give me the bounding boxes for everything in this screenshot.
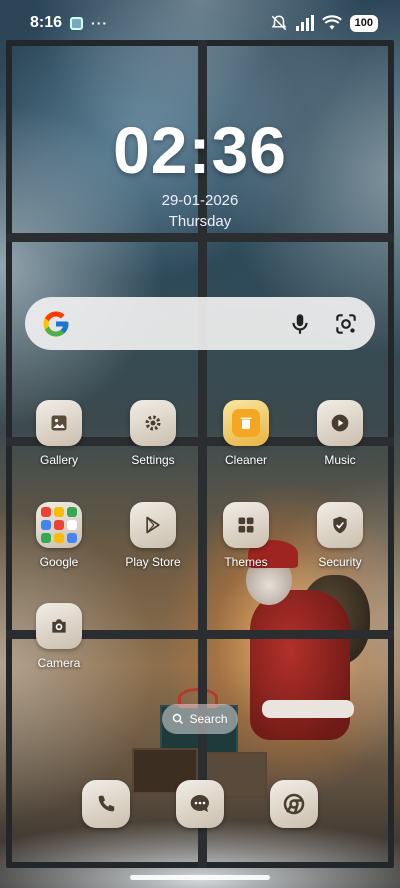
app-label: Security bbox=[318, 555, 362, 569]
home-indicator[interactable] bbox=[130, 875, 270, 880]
dock-phone[interactable] bbox=[82, 780, 130, 828]
google-search-widget[interactable] bbox=[25, 297, 375, 350]
app-music[interactable]: Music bbox=[300, 400, 380, 467]
clock-date: 29-01-2026 bbox=[161, 192, 239, 209]
app-label: Google bbox=[39, 555, 79, 569]
app-gallery[interactable]: Gallery bbox=[19, 400, 99, 467]
google-lens-icon[interactable] bbox=[333, 311, 359, 337]
wifi-icon bbox=[321, 15, 342, 30]
gallery-icon[interactable] bbox=[36, 400, 82, 446]
phone-icon bbox=[98, 795, 115, 812]
window-mullion-horizontal bbox=[6, 233, 394, 242]
status-bar: 8:16 ··· 100 bbox=[0, 0, 400, 46]
signal-icon bbox=[295, 15, 314, 31]
play-icon[interactable] bbox=[317, 400, 363, 446]
app-settings[interactable]: Settings bbox=[113, 400, 193, 467]
google-logo-icon bbox=[43, 311, 69, 336]
messages-icon bbox=[190, 794, 209, 812]
shield-icon[interactable] bbox=[317, 502, 363, 548]
play-store-icon[interactable] bbox=[130, 502, 176, 548]
app-cleaner[interactable]: Cleaner bbox=[206, 400, 286, 467]
gear-icon[interactable] bbox=[130, 400, 176, 446]
app-security[interactable]: Security bbox=[300, 502, 380, 569]
search-pill-label: Search bbox=[189, 712, 228, 726]
battery-icon: 100 bbox=[349, 14, 378, 32]
app-play-store[interactable]: Play Store bbox=[113, 502, 193, 569]
app-label: Play Store bbox=[125, 555, 181, 569]
more-notifications-icon: ··· bbox=[91, 15, 109, 31]
app-label: Camera bbox=[37, 656, 81, 670]
camera-icon[interactable] bbox=[36, 603, 82, 649]
dock-chrome[interactable] bbox=[270, 780, 318, 828]
mute-icon bbox=[271, 15, 287, 31]
mic-icon[interactable] bbox=[287, 311, 313, 337]
app-label: Settings bbox=[131, 453, 175, 467]
app-camera[interactable]: Camera bbox=[19, 603, 99, 670]
dock-messages[interactable] bbox=[176, 780, 224, 828]
chrome-icon bbox=[283, 793, 305, 815]
folder-icon[interactable] bbox=[36, 502, 82, 548]
notification-app-icon bbox=[70, 16, 84, 30]
search-icon bbox=[173, 713, 184, 725]
clock-weekday: Thursday bbox=[168, 213, 232, 230]
app-search-button[interactable]: Search bbox=[162, 704, 238, 734]
app-google-folder[interactable]: Google bbox=[19, 502, 99, 569]
app-label: Themes bbox=[224, 555, 268, 569]
app-label: Cleaner bbox=[224, 453, 268, 467]
trash-icon[interactable] bbox=[223, 400, 269, 446]
themes-icon[interactable] bbox=[223, 502, 269, 548]
app-themes[interactable]: Themes bbox=[206, 502, 286, 569]
clock-time[interactable]: 02:36 bbox=[0, 112, 400, 188]
app-label: Gallery bbox=[39, 453, 78, 467]
app-label: Music bbox=[324, 453, 356, 467]
status-time: 8:16 bbox=[30, 14, 63, 31]
